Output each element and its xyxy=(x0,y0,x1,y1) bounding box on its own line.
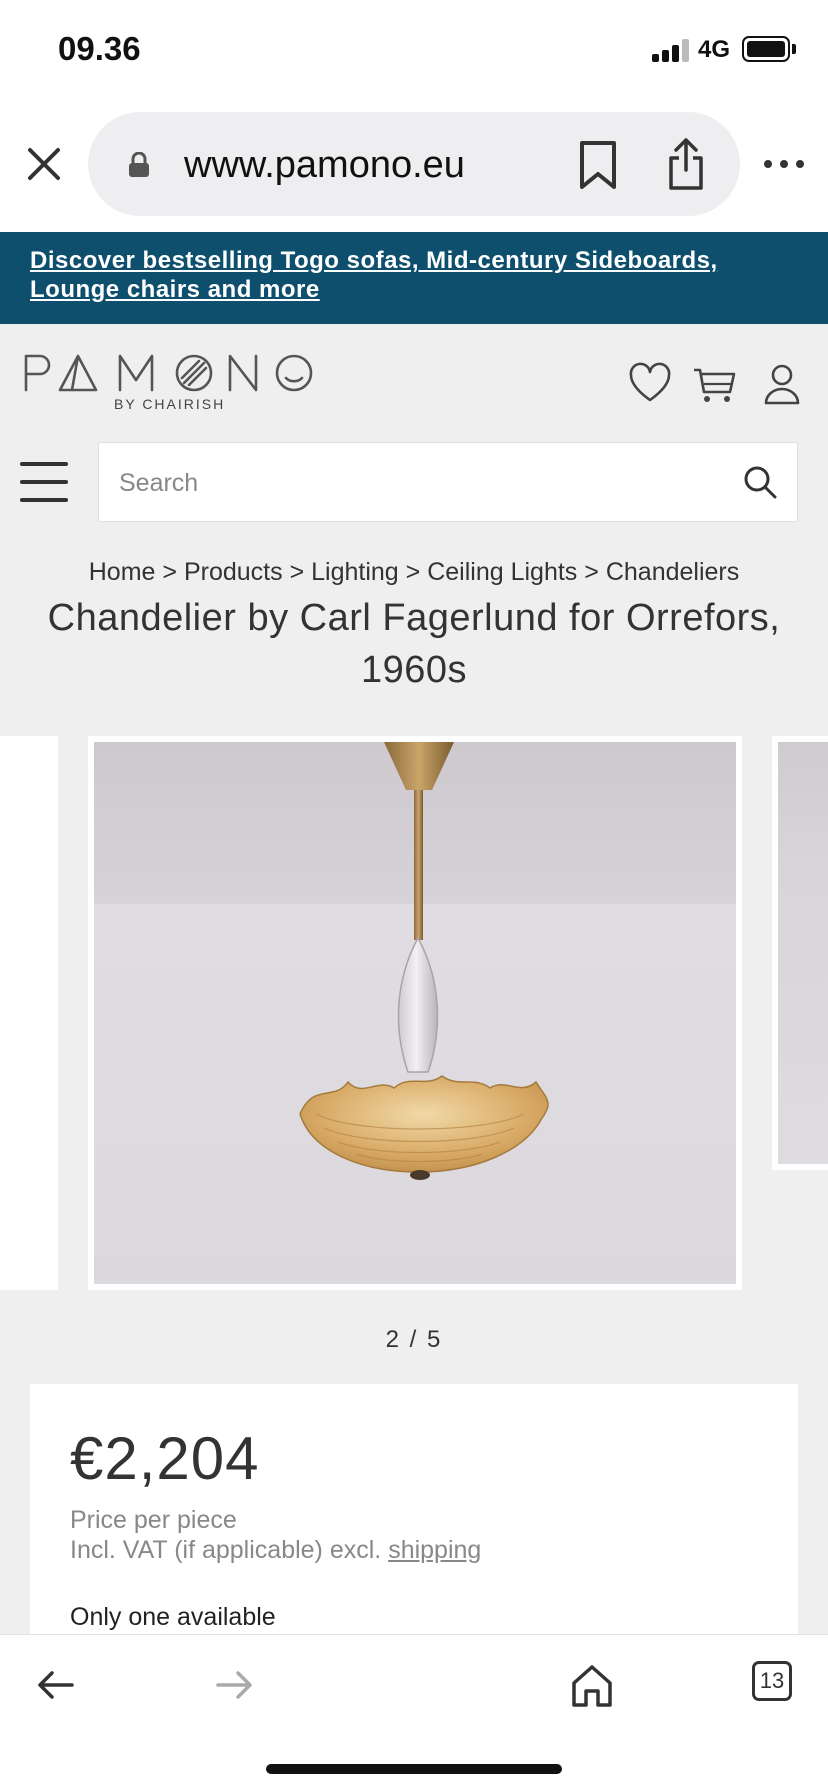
more-options-icon[interactable] xyxy=(762,150,806,178)
promo-banner: Discover bestselling Togo sofas, Mid-cen… xyxy=(0,232,828,324)
browser-address-bar: www.pamono.eu xyxy=(0,100,828,232)
breadcrumb-products[interactable]: Products xyxy=(184,558,283,586)
breadcrumb-separator: > xyxy=(405,558,421,586)
price-note: Price per piece Incl. VAT (if applicable… xyxy=(70,1505,758,1565)
breadcrumb-separator: > xyxy=(584,558,599,586)
site-header: BY CHAIRISH xyxy=(0,324,828,434)
battery-icon xyxy=(742,36,790,62)
availability: Only one available xyxy=(70,1603,276,1631)
status-bar: 09.36 4G xyxy=(0,0,828,100)
breadcrumb-chandeliers[interactable]: Chandeliers xyxy=(606,558,739,586)
bookmark-icon[interactable] xyxy=(578,140,618,190)
url-field[interactable]: www.pamono.eu xyxy=(88,112,740,216)
search-bar xyxy=(98,442,798,522)
promo-link[interactable]: Discover bestselling Togo sofas, Mid-cen… xyxy=(30,246,798,304)
breadcrumb-separator: > xyxy=(162,558,177,586)
pamono-logo[interactable] xyxy=(22,350,322,394)
gallery-counter: 2 / 5 xyxy=(385,1326,443,1353)
wishlist-heart-icon[interactable] xyxy=(628,362,672,406)
breadcrumb-separator: > xyxy=(289,558,305,586)
breadcrumb: Home > Products > Lighting > Ceiling Lig… xyxy=(0,558,828,587)
share-icon[interactable] xyxy=(666,136,706,192)
tabs-count-button[interactable]: 13 xyxy=(752,1661,792,1701)
breadcrumb-ceiling-lights[interactable]: Ceiling Lights xyxy=(427,558,577,586)
hamburger-menu-icon[interactable] xyxy=(20,462,70,502)
home-indicator xyxy=(266,1764,562,1774)
shipping-link[interactable]: shipping xyxy=(388,1536,481,1564)
search-input[interactable] xyxy=(119,461,709,505)
network-type: 4G xyxy=(698,36,731,63)
next-image-edge xyxy=(778,742,828,1164)
back-arrow-icon[interactable] xyxy=(32,1661,80,1709)
product-title: Chandelier by Carl Fagerlund for Orrefor… xyxy=(47,597,781,691)
chandelier-photo xyxy=(94,742,736,1284)
logo-subtitle: BY CHAIRISH xyxy=(114,396,226,412)
search-icon[interactable] xyxy=(743,465,777,499)
gallery-main-image[interactable] xyxy=(88,736,742,1290)
vat-note: Incl. VAT (if applicable) excl. xyxy=(70,1536,382,1564)
home-icon[interactable] xyxy=(568,1661,616,1709)
breadcrumb-lighting[interactable]: Lighting xyxy=(311,558,399,586)
gallery-previous-image[interactable] xyxy=(0,736,58,1290)
battery-tip xyxy=(792,44,796,54)
price-card: €2,204 Price per piece Incl. VAT (if app… xyxy=(30,1384,798,1634)
account-icon[interactable] xyxy=(760,362,804,406)
gallery-next-image[interactable] xyxy=(772,736,828,1170)
url-text: www.pamono.eu xyxy=(184,144,465,186)
price-unit: Price per piece xyxy=(70,1506,237,1534)
close-icon[interactable] xyxy=(22,142,66,186)
vat-note-line: Incl. VAT (if applicable) excl. shipping xyxy=(70,1535,758,1565)
cart-icon[interactable] xyxy=(692,362,736,406)
signal-icon xyxy=(652,38,690,62)
product-price: €2,204 xyxy=(70,1425,260,1492)
breadcrumb-home[interactable]: Home xyxy=(89,558,156,586)
forward-arrow-icon[interactable] xyxy=(210,1661,258,1709)
status-time: 09.36 xyxy=(58,30,141,67)
lock-icon xyxy=(129,152,149,177)
